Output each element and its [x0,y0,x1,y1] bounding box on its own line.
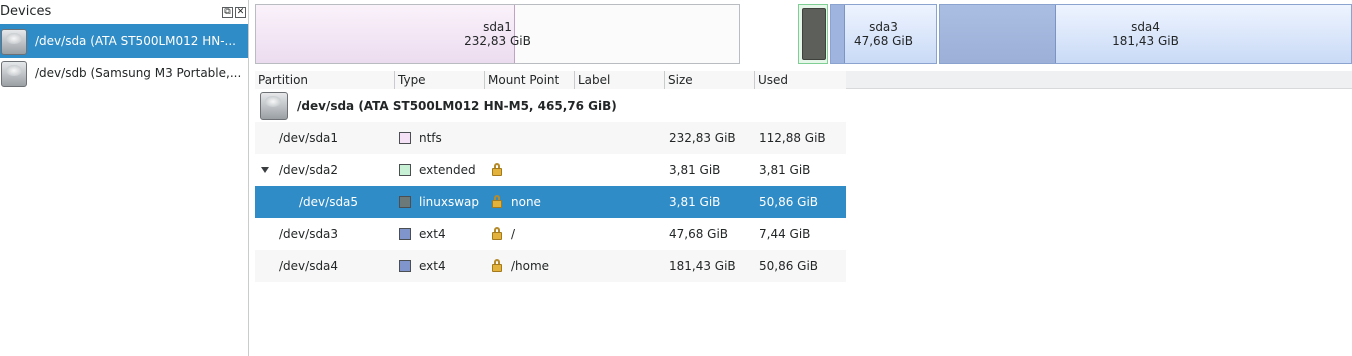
filesystem-color-swatch [399,228,411,240]
filesystem-type: ext4 [419,227,446,241]
partition-used: 50,86 GiB [759,259,819,273]
map-partition-sda2[interactable] [798,4,828,64]
partition-used: 112,88 GiB [759,131,826,145]
hard-disk-icon [260,91,288,121]
map-partition-sda5[interactable] [802,8,826,60]
partition-name: /dev/sda1 [279,131,339,145]
column-header-used[interactable]: Used [755,71,846,89]
partition-name: /dev/sda4 [279,259,339,273]
table-row-device[interactable]: /dev/sda (ATA ST500LM012 HN-M5, 465,76 G… [255,90,846,122]
filesystem-color-swatch [399,260,411,272]
partition-name: /dev/sda2 [279,163,339,177]
device-label: /dev/sdb (Samsung M3 Portable,... [35,66,242,80]
table-row-selected[interactable]: /dev/sda5 linuxswap none 3,81 GiB 50,86 … [255,186,846,218]
table-row[interactable]: /dev/sda4 ext4 /home 181,43 GiB 50,86 Gi… [255,250,846,282]
partition-size: 3,81 GiB [669,163,721,177]
map-partition-sda3[interactable]: sda3 47,68 GiB [830,4,937,64]
devices-panel: Devices ⧉ ✕ /dev/sda (ATA ST500LM012 HN-… [0,0,249,356]
mount-point: / [511,227,516,241]
table-row[interactable]: /dev/sda1 ntfs 232,83 GiB 112,88 GiB [255,122,846,154]
partition-size: 232,83 GiB [669,131,736,145]
lock-icon [492,227,502,240]
partition-size: 3,81 GiB [669,195,721,209]
map-partition-name: sda3 [869,20,898,34]
column-header-mount-point[interactable]: Mount Point [485,71,575,89]
partition-table[interactable]: Partition Type Mount Point Label Size Us… [255,71,1352,356]
table-row[interactable]: /dev/sda2 extended 3,81 GiB 3,81 GiB [255,154,846,186]
filesystem-color-swatch [399,196,411,208]
partition-used: 7,44 GiB [759,227,811,241]
lock-icon [492,163,502,176]
column-header-label[interactable]: Label [575,71,665,89]
hard-disk-icon [0,58,28,88]
map-partition-size: 181,43 GiB [1112,34,1179,48]
partition-name: /dev/sda3 [279,227,339,241]
map-partition-sda1[interactable]: sda1 232,83 GiB [255,4,740,64]
mount-point: none [511,195,541,209]
filesystem-type: ext4 [419,259,446,273]
table-row[interactable]: /dev/sda3 ext4 / 47,68 GiB 7,44 GiB [255,218,846,250]
partition-used: 50,86 GiB [759,195,819,209]
close-panel-icon[interactable]: ✕ [235,7,246,18]
devices-panel-title: Devices [0,4,52,19]
partition-used: 3,81 GiB [759,163,811,177]
device-label: /dev/sda (ATA ST500LM012 HN-... [35,34,236,48]
column-header-size[interactable]: Size [665,71,755,89]
map-partition-name: sda4 [1131,20,1160,34]
mount-point: /home [511,259,550,273]
partition-name: /dev/sda5 [299,195,359,209]
hard-disk-icon [0,26,28,56]
lock-icon [492,259,502,272]
filesystem-type: linuxswap [419,195,480,209]
map-partition-size: 47,68 GiB [853,34,914,48]
partition-size: 47,68 GiB [669,227,729,241]
partition-size: 181,43 GiB [669,259,736,273]
filesystem-color-swatch [399,132,411,144]
map-partition-name: sda1 [483,20,512,34]
device-item-sda[interactable]: /dev/sda (ATA ST500LM012 HN-... [0,24,248,58]
filesystem-color-swatch [399,164,411,176]
float-panel-icon[interactable]: ⧉ [222,7,233,18]
lock-icon [492,195,502,208]
map-partition-sda4[interactable]: sda4 181,43 GiB [939,4,1352,64]
collapse-arrow-icon[interactable] [261,167,269,173]
map-partition-size: 232,83 GiB [464,34,531,48]
column-header-type[interactable]: Type [395,71,485,89]
column-header-partition[interactable]: Partition [255,71,395,89]
filesystem-type: extended [419,163,476,177]
device-item-sdb[interactable]: /dev/sdb (Samsung M3 Portable,... [0,56,248,90]
filesystem-type: ntfs [419,131,442,145]
table-header: Partition Type Mount Point Label Size Us… [255,71,1352,89]
device-row-label: /dev/sda (ATA ST500LM012 HN-M5, 465,76 G… [297,99,617,113]
partition-map: sda1 232,83 GiB sda3 47,68 GiB sda4 181,… [255,4,1352,64]
